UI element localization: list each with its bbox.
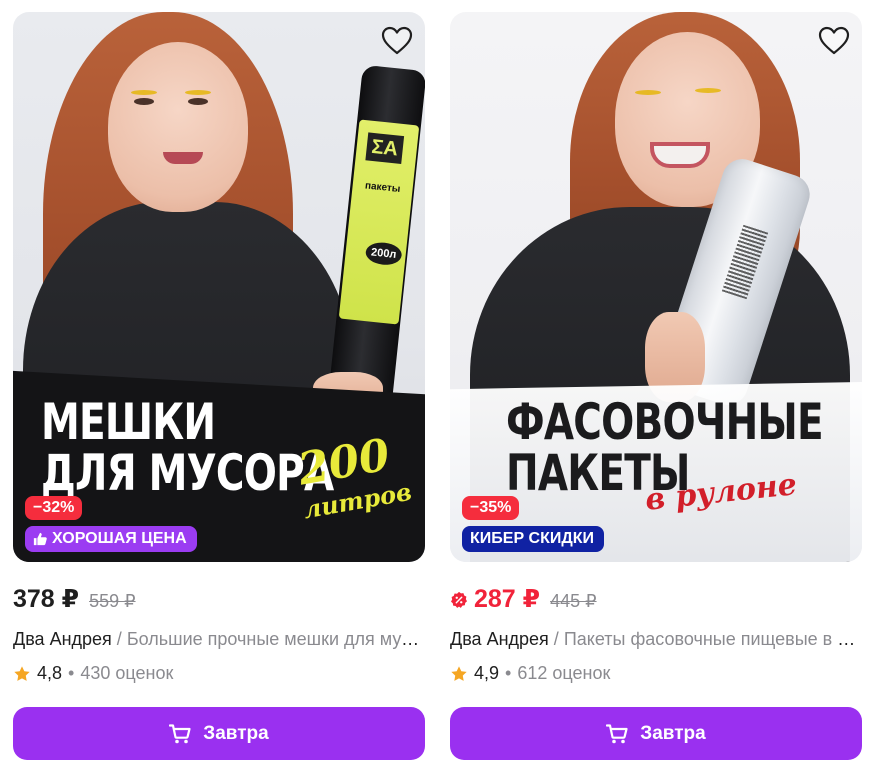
product-image[interactable]: ΣA пакеты 200л МЕШКИ ДЛЯ МУСОРА 200 литр…: [13, 12, 425, 562]
discount-badge: −35%: [462, 496, 520, 520]
product-card[interactable]: ΣA пакеты 200л МЕШКИ ДЛЯ МУСОРА 200 литр…: [13, 12, 425, 767]
good-price-badge: ХОРОШАЯ ЦЕНА: [25, 526, 197, 552]
current-price: 378 ₽: [13, 585, 80, 613]
rating-row: 4,9 • 612 оценок: [450, 663, 610, 684]
brand-name[interactable]: Два Андрея: [13, 629, 112, 649]
favorite-button[interactable]: [379, 24, 415, 58]
price-row: 378 ₽ 559 ₽: [13, 584, 136, 616]
cart-icon: [169, 723, 191, 743]
add-to-cart-button[interactable]: Завтра: [450, 707, 862, 760]
sale-percent-icon: [450, 591, 468, 608]
badge-label: ХОРОШАЯ ЦЕНА: [52, 530, 187, 547]
badge-label: КИБЕР СКИДКИ: [470, 530, 595, 547]
price-row: 287 ₽ 445 ₽: [450, 584, 597, 616]
product-title[interactable]: Два Андрея / Большие прочные мешки для м…: [13, 629, 425, 650]
product-title[interactable]: Два Андрея / Пакеты фасовочные пищевые в…: [450, 629, 862, 650]
cart-icon: [606, 723, 628, 743]
rating-row: 4,8 • 430 оценок: [13, 663, 173, 684]
old-price: 559 ₽: [89, 591, 136, 611]
product-image[interactable]: ФАСОВОЧНЫЕ ПАКЕТЫ в рулоне −35% КИБЕР СК…: [450, 12, 862, 562]
rating-value: 4,9: [474, 663, 500, 683]
product-name[interactable]: Пакеты фасовочные пищевые в рулоне: [564, 629, 862, 649]
star-icon: [14, 665, 30, 681]
reviews-count[interactable]: 612 оценок: [517, 663, 610, 684]
promo-headline: МЕШКИ ДЛЯ МУСОРА: [41, 393, 334, 502]
product-card[interactable]: ФАСОВОЧНЫЕ ПАКЕТЫ в рулоне −35% КИБЕР СК…: [450, 12, 862, 767]
star-icon: [451, 665, 467, 681]
favorite-button[interactable]: [816, 24, 852, 58]
cyber-sale-badge: КИБЕР СКИДКИ: [462, 526, 605, 552]
product-photo-face: [108, 42, 248, 212]
heart-icon: [381, 26, 413, 55]
current-price: 287 ₽: [474, 585, 541, 613]
roll-label: ΣA пакеты 200л: [338, 119, 420, 325]
discount-badge: −32%: [25, 496, 83, 520]
add-to-cart-button[interactable]: Завтра: [13, 707, 425, 760]
old-price: 445 ₽: [550, 591, 597, 611]
product-name[interactable]: Большие прочные мешки для мусора 200 лит…: [127, 629, 425, 649]
thumbs-up-icon: [33, 532, 47, 546]
button-label: Завтра: [203, 722, 269, 744]
brand-name[interactable]: Два Андрея: [450, 629, 549, 649]
heart-icon: [818, 26, 850, 55]
button-label: Завтра: [640, 722, 706, 744]
rating-value: 4,8: [37, 663, 63, 683]
reviews-count[interactable]: 430 оценок: [80, 663, 173, 684]
